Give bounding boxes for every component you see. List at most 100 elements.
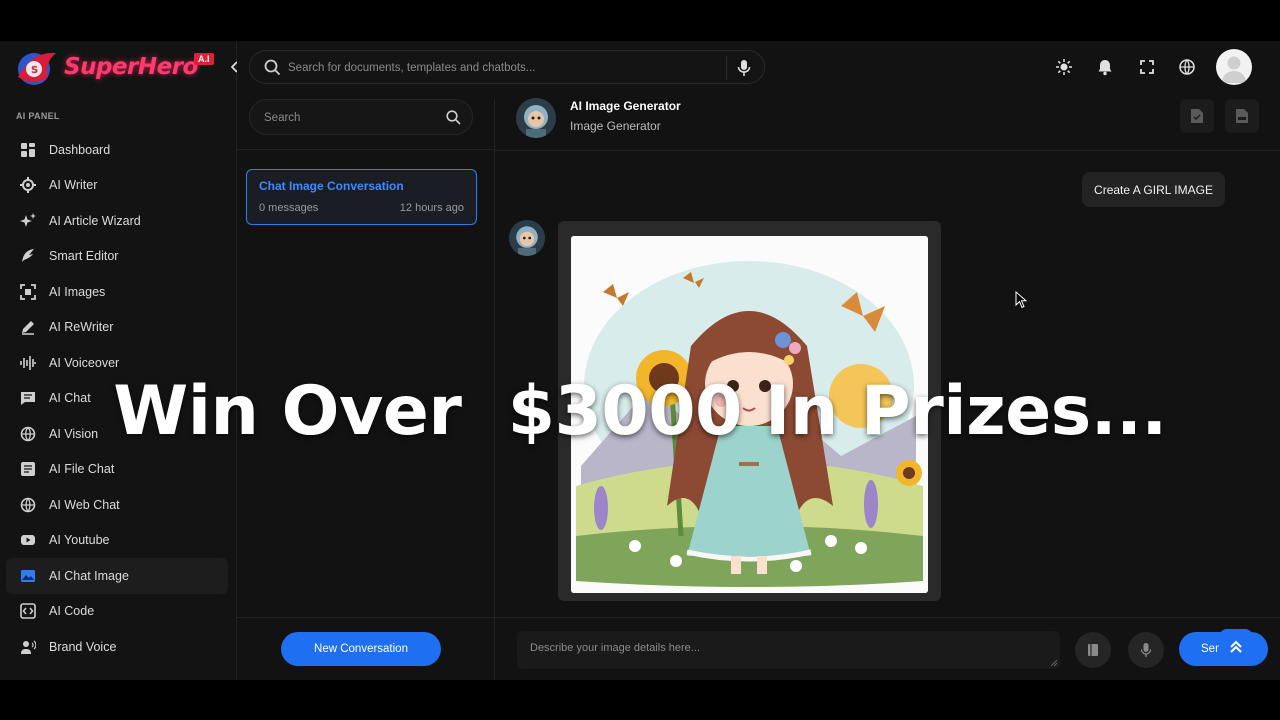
prompt-box <box>517 631 1060 669</box>
image-scan-icon <box>20 283 36 300</box>
sidebar-item-smart-editor[interactable]: Smart Editor <box>6 239 228 275</box>
brand-name: SuperHero <box>64 54 198 80</box>
sidebar-item-label: AI Chat <box>49 391 91 406</box>
sidebar-item-label: AI Chat Image <box>49 568 129 583</box>
sidebar-item-label: AI ReWriter <box>49 320 114 335</box>
robot-icon <box>516 98 556 138</box>
conversation-title: Chat Image Conversation <box>259 179 404 193</box>
sidebar-item-ai-web-chat[interactable]: AI Web Chat <box>6 487 228 523</box>
chat-image-icon <box>20 568 36 584</box>
bot-avatar <box>509 220 545 256</box>
sidebar-item-ai-article-wizard[interactable]: AI Article Wizard <box>6 203 228 239</box>
bot-subtitle: Image Generator <box>570 119 661 133</box>
sidebar-item-label: AI Voiceover <box>49 355 120 370</box>
conversation-timestamp: 12 hours ago <box>399 202 464 214</box>
prompt-library-button[interactable] <box>1075 632 1111 668</box>
resize-grip-icon[interactable] <box>1050 659 1058 667</box>
waveform-icon <box>20 355 36 371</box>
pencil-icon <box>20 319 36 335</box>
sidebar-item-label: AI Images <box>49 284 106 299</box>
export-doc-button[interactable] <box>1180 99 1214 133</box>
dashboard-icon <box>20 142 36 158</box>
search-icon[interactable] <box>446 110 461 125</box>
prompt-input[interactable] <box>530 642 1040 660</box>
conversation-search-input[interactable] <box>264 108 434 128</box>
section-label: AI PANEL <box>16 111 60 121</box>
sidebar-item-label: AI Writer <box>49 178 98 193</box>
conversation-panel: Chat Image Conversation 0 messages 12 ho… <box>237 99 495 680</box>
letterbox-top <box>0 0 1280 41</box>
bot-name: AI Image Generator <box>570 99 681 113</box>
user-icon <box>1222 56 1246 83</box>
sidebar-item-label: Brand Voice <box>49 639 117 654</box>
sidebar-item-ai-chat[interactable]: AI Chat <box>6 381 228 417</box>
microphone-icon <box>1140 643 1152 657</box>
divider <box>237 149 495 150</box>
sidebar-item-ai-youtube[interactable]: AI Youtube <box>6 523 228 559</box>
sidebar-nav: Dashboard AI Writer AI Article Wizard Sm… <box>6 132 228 665</box>
sidebar-item-dashboard[interactable]: Dashboard <box>6 132 228 168</box>
sidebar-item-label: Smart Editor <box>49 249 119 264</box>
youtube-icon <box>20 532 36 548</box>
bell-icon[interactable] <box>1096 58 1114 76</box>
document-icon <box>1191 109 1203 123</box>
language-globe-icon[interactable] <box>1178 58 1196 76</box>
scroll-to-top-button[interactable] <box>1219 629 1253 665</box>
double-chevron-up-icon <box>1230 640 1242 653</box>
bot-avatar <box>516 98 556 138</box>
microphone-icon[interactable] <box>736 59 752 77</box>
sidebar-item-ai-file-chat[interactable]: AI File Chat <box>6 452 228 488</box>
conversation-search <box>249 99 473 135</box>
letterbox-bottom <box>0 680 1280 720</box>
divider <box>495 617 1280 618</box>
sidebar-item-ai-voiceover[interactable]: AI Voiceover <box>6 345 228 381</box>
voice-input-button[interactable] <box>1128 632 1164 668</box>
new-conversation-button[interactable]: New Conversation <box>281 632 441 666</box>
global-search <box>249 50 765 84</box>
user-message: Create A GIRL IMAGE <box>1082 172 1225 207</box>
top-bar <box>237 41 1280 99</box>
sidebar-item-label: AI Youtube <box>49 533 110 548</box>
divider <box>237 617 495 618</box>
svg-text:S: S <box>31 65 38 76</box>
user-avatar[interactable] <box>1216 49 1252 85</box>
sidebar-item-ai-writer[interactable]: AI Writer <box>6 168 228 204</box>
sidebar-item-ai-code[interactable]: AI Code <box>6 594 228 630</box>
sparkle-icon <box>20 212 36 229</box>
app-window: S SuperHero A.I AI PANEL Dashboard AI Wr… <box>0 41 1280 680</box>
search-divider <box>726 56 727 80</box>
sidebar-item-ai-chat-image[interactable]: AI Chat Image <box>6 558 228 594</box>
chat-area: AI Image Generator Image Generator Creat… <box>495 98 1280 680</box>
sidebar-item-ai-images[interactable]: AI Images <box>6 274 228 310</box>
pdf-icon <box>1236 109 1248 123</box>
bot-image-message <box>558 221 941 601</box>
brand-logo[interactable]: S SuperHero A.I <box>12 45 224 93</box>
global-search-input[interactable] <box>288 57 718 79</box>
robot-icon <box>509 220 545 256</box>
sidebar-item-label: AI Code <box>49 604 95 619</box>
fullscreen-icon[interactable] <box>1138 58 1156 76</box>
chat-icon <box>20 390 36 406</box>
brand-voice-icon <box>20 639 36 655</box>
sidebar-item-label: AI Article Wizard <box>49 213 141 228</box>
sidebar-item-label: AI File Chat <box>49 462 115 477</box>
export-pdf-button[interactable] <box>1225 99 1259 133</box>
mouse-cursor-icon <box>1015 291 1027 309</box>
writer-icon <box>20 177 36 194</box>
vision-icon <box>20 426 36 442</box>
sidebar-item-brand-voice[interactable]: Brand Voice <box>6 629 228 665</box>
girl-illustration <box>571 236 928 593</box>
sidebar-item-ai-rewriter[interactable]: AI ReWriter <box>6 310 228 346</box>
sun-icon[interactable] <box>1055 58 1073 76</box>
sidebar-item-label: AI Web Chat <box>49 497 120 512</box>
brand-badge: A.I <box>194 53 214 65</box>
chat-header: AI Image Generator Image Generator <box>495 98 1280 151</box>
generated-girl-image[interactable] <box>571 236 928 593</box>
sidebar-item-label: AI Vision <box>49 426 99 441</box>
superhero-mascot-icon: S <box>18 52 56 85</box>
conversation-item[interactable]: Chat Image Conversation 0 messages 12 ho… <box>246 169 477 225</box>
code-icon <box>20 603 36 620</box>
sidebar: S SuperHero A.I AI PANEL Dashboard AI Wr… <box>0 41 238 680</box>
sidebar-item-ai-vision[interactable]: AI Vision <box>6 416 228 452</box>
file-chat-icon <box>20 461 36 477</box>
